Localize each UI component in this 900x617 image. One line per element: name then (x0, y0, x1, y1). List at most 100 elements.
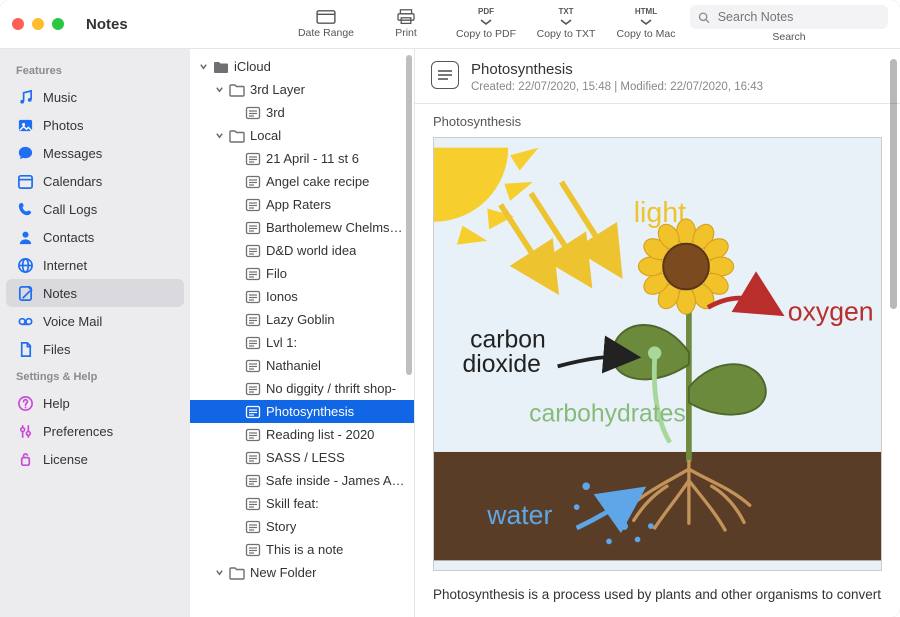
tree-item-label: Safe inside - James Ar… (266, 473, 406, 488)
license-icon (16, 450, 34, 468)
tree-note[interactable]: Reading list - 2020 (190, 423, 414, 446)
search-field[interactable] (690, 5, 888, 29)
music-icon (16, 88, 34, 106)
tree-note[interactable]: No diggity / thrift shop- (190, 377, 414, 400)
sidebar-item-label: Messages (43, 146, 102, 161)
tree-note[interactable]: SASS / LESS (190, 446, 414, 469)
folder-icon (213, 60, 229, 74)
sidebar-item-label: Preferences (43, 424, 113, 439)
tree-item-label: No diggity / thrift shop- (266, 381, 396, 396)
folder-icon (229, 129, 245, 143)
tree-item-label: This is a note (266, 542, 343, 557)
note-icon (245, 175, 261, 189)
tree-note[interactable]: 21 April - 11 st 6 (190, 147, 414, 170)
tree-note[interactable]: Safe inside - James Ar… (190, 469, 414, 492)
tree-note[interactable]: Nathaniel (190, 354, 414, 377)
sidebar-item-preferences[interactable]: Preferences (6, 417, 184, 445)
note-icon (245, 221, 261, 235)
tree-scrollbar[interactable] (406, 55, 412, 611)
copy-to-txt-button[interactable]: TXT Copy to TXT (530, 8, 602, 40)
tree-note[interactable]: Filo (190, 262, 414, 285)
disclosure-icon[interactable] (214, 131, 224, 141)
close-window-button[interactable] (12, 18, 24, 30)
sidebar-item-label: Call Logs (43, 202, 97, 217)
date-range-button[interactable]: Date Range (290, 9, 362, 39)
fullscreen-window-button[interactable] (52, 18, 64, 30)
photosynthesis-diagram: light (433, 137, 882, 571)
tree-note[interactable]: Story (190, 515, 414, 538)
search-input[interactable] (716, 9, 880, 25)
note-icon (245, 106, 261, 120)
tree-item-label: Story (266, 519, 296, 534)
tree-note[interactable]: Ionos (190, 285, 414, 308)
sidebar-item-contacts[interactable]: Contacts (6, 223, 184, 251)
date-range-label: Date Range (298, 27, 354, 39)
copy-mac-label: Copy to Mac (617, 28, 676, 40)
sidebar-item-label: Music (43, 90, 77, 105)
note-header: Photosynthesis Created: 22/07/2020, 15:4… (415, 49, 900, 104)
tree-note[interactable]: App Raters (190, 193, 414, 216)
note-icon (245, 543, 261, 557)
tree-note[interactable]: Lvl 1: (190, 331, 414, 354)
sidebar-item-label: Calendars (43, 174, 102, 189)
tree-note[interactable]: Photosynthesis (190, 400, 414, 423)
copy-to-mac-button[interactable]: HTML Copy to Mac (610, 8, 682, 40)
note-tree[interactable]: iCloud 3rd Layer 3rdLocal21 April - 11 st … (190, 49, 415, 617)
note-icon (245, 428, 261, 442)
note-content: Photosynthesis Created: 22/07/2020, 15:4… (415, 49, 900, 617)
sidebar-item-files[interactable]: Files (6, 335, 184, 363)
sidebar-item-help[interactable]: Help (6, 389, 184, 417)
content-scrollbar-thumb[interactable] (890, 59, 897, 309)
tree-folder[interactable]: iCloud (190, 55, 414, 78)
tree-item-label: 3rd Layer (250, 82, 305, 97)
sidebar-item-label: Internet (43, 258, 87, 273)
tree-folder[interactable]: New Folder (190, 561, 414, 584)
sidebar-item-label: Voice Mail (43, 314, 102, 329)
tree-folder[interactable]: Local (190, 124, 414, 147)
note-icon (245, 474, 261, 488)
copy-txt-label: Copy to TXT (537, 28, 596, 40)
tree-note[interactable]: This is a note (190, 538, 414, 561)
tree-item-label: Reading list - 2020 (266, 427, 374, 442)
tree-item-label: Nathaniel (266, 358, 321, 373)
sidebar-item-label: Contacts (43, 230, 94, 245)
folder-icon (229, 83, 245, 97)
sidebar-item-voice-mail[interactable]: Voice Mail (6, 307, 184, 335)
copy-to-pdf-button[interactable]: PDF Copy to PDF (450, 8, 522, 40)
note-body[interactable]: Photosynthesis (415, 104, 900, 617)
tree-note[interactable]: D&D world idea (190, 239, 414, 262)
note-icon (245, 152, 261, 166)
sidebar-item-notes[interactable]: Notes (6, 279, 184, 307)
sidebar-item-messages[interactable]: Messages (6, 139, 184, 167)
tree-item-label: New Folder (250, 565, 316, 580)
files-icon (16, 340, 34, 358)
search-icon (698, 11, 710, 24)
note-caption: Photosynthesis (433, 114, 882, 129)
printer-icon (395, 9, 417, 25)
tree-item-label: Filo (266, 266, 287, 281)
sidebar-item-photos[interactable]: Photos (6, 111, 184, 139)
tree-folder[interactable]: 3rd Layer (190, 78, 414, 101)
sidebar-item-music[interactable]: Music (6, 83, 184, 111)
disclosure-icon[interactable] (214, 85, 224, 95)
tree-scrollbar-thumb[interactable] (406, 55, 412, 375)
sidebar-item-internet[interactable]: Internet (6, 251, 184, 279)
print-button[interactable]: Print (370, 9, 442, 39)
sidebar-item-calendars[interactable]: Calendars (6, 167, 184, 195)
tree-note[interactable]: Bartholemew Chelms… (190, 216, 414, 239)
tree-note[interactable]: Angel cake recipe (190, 170, 414, 193)
minimize-window-button[interactable] (32, 18, 44, 30)
note-icon (245, 198, 261, 212)
disclosure-icon[interactable] (198, 62, 208, 72)
diagram-label-water: water (486, 500, 552, 530)
note-icon (245, 290, 261, 304)
pdf-badge: PDF (478, 8, 494, 16)
sidebar-item-call-logs[interactable]: Call Logs (6, 195, 184, 223)
tree-note[interactable]: Skill feat: (190, 492, 414, 515)
disclosure-icon[interactable] (214, 568, 224, 578)
note-icon (245, 520, 261, 534)
tree-note[interactable]: Lazy Goblin (190, 308, 414, 331)
help-icon (16, 394, 34, 412)
sidebar-item-license[interactable]: License (6, 445, 184, 473)
tree-note[interactable]: 3rd (190, 101, 414, 124)
